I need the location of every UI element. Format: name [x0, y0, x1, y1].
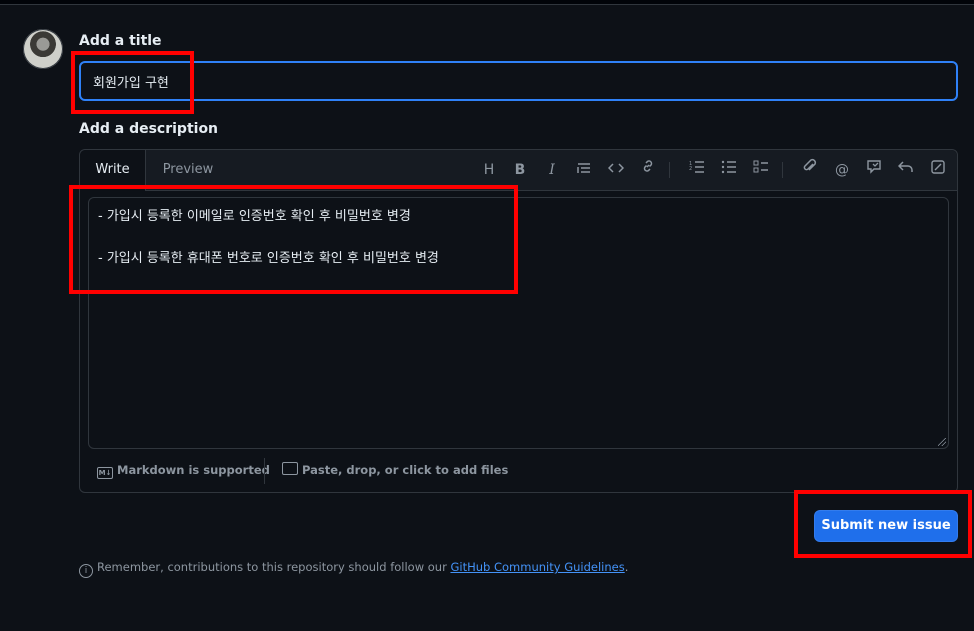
mention-icon[interactable]: @	[830, 158, 854, 182]
ordered-list-icon[interactable]: 12	[685, 158, 709, 182]
markdown-icon: M↓	[97, 467, 113, 479]
toolbar-separator	[669, 162, 670, 178]
title-input[interactable]	[79, 61, 958, 101]
reference-icon[interactable]	[862, 158, 886, 182]
italic-icon[interactable]: I	[540, 158, 564, 182]
title-label: Add a title	[79, 33, 162, 49]
quote-icon[interactable]	[572, 158, 596, 182]
contribution-note: i Remember, contributions to this reposit…	[79, 559, 628, 578]
description-line: - 가입시 등록한 휴대폰 번호로 인증번호 확인 후 비밀번호 변경	[98, 251, 439, 266]
attach-icon[interactable]	[798, 158, 822, 182]
bold-icon[interactable]: B	[508, 158, 532, 182]
editor-tabbar: Write Preview H B I 12 @	[80, 150, 957, 191]
info-icon: i	[79, 564, 93, 578]
community-guidelines-link[interactable]: GitHub Community Guidelines	[450, 560, 624, 574]
code-icon[interactable]	[604, 158, 628, 182]
description-textarea[interactable]: - 가입시 등록한 이메일로 인증번호 확인 후 비밀번호 변경 - 가입시 등…	[88, 197, 949, 449]
link-icon[interactable]	[636, 158, 660, 182]
toolbar-separator	[782, 162, 783, 178]
description-label: Add a description	[79, 121, 219, 137]
unordered-list-icon[interactable]	[717, 158, 741, 182]
submit-new-issue-button[interactable]: Submit new issue	[814, 510, 958, 542]
tab-preview[interactable]: Preview	[150, 150, 226, 190]
editor-footer: M↓ Markdown is supported Paste, drop, or …	[80, 455, 957, 485]
avatar[interactable]	[23, 29, 63, 69]
undo-icon[interactable]	[894, 158, 918, 182]
attach-files-button[interactable]: Paste, drop, or click to add files	[282, 462, 508, 478]
footer-separator	[264, 458, 265, 484]
task-list-icon[interactable]	[749, 158, 773, 182]
image-icon	[282, 462, 298, 475]
markdown-supported-link[interactable]: M↓ Markdown is supported	[97, 462, 270, 479]
top-divider	[0, 0, 974, 5]
heading-icon[interactable]: H	[477, 158, 501, 182]
resize-handle[interactable]	[938, 438, 946, 446]
svg-text:2: 2	[689, 166, 692, 172]
fullscreen-icon[interactable]	[926, 158, 950, 182]
description-line: - 가입시 등록한 이메일로 인증번호 확인 후 비밀번호 변경	[98, 209, 411, 224]
tab-write[interactable]: Write	[80, 150, 146, 191]
description-editor: Write Preview H B I 12 @ - 가입시 등록한 이메일로 …	[79, 149, 958, 493]
